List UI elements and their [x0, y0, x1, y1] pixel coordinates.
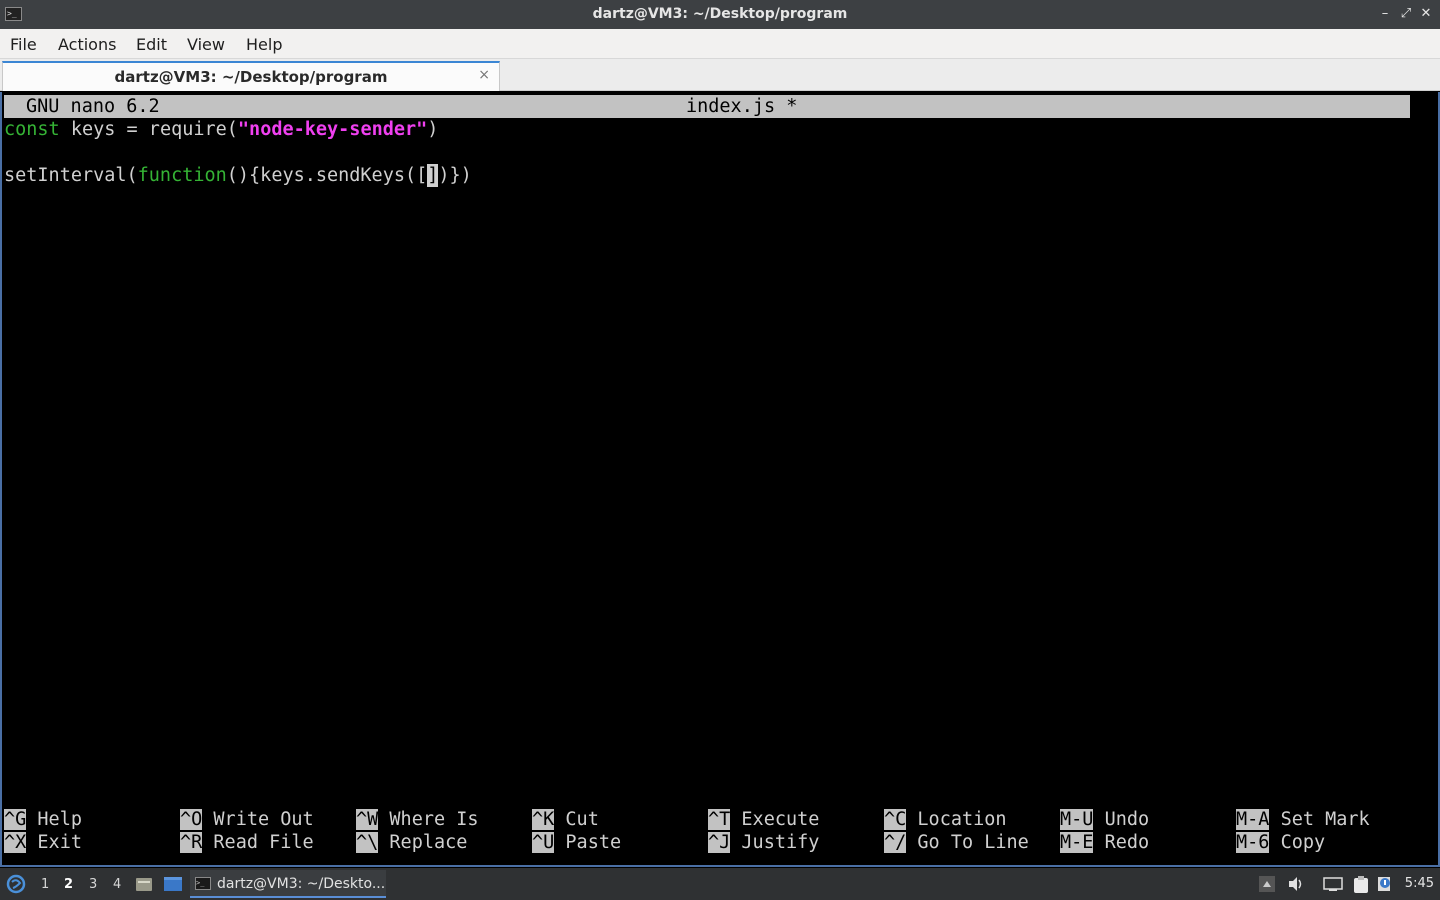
- shortcut-set-mark[interactable]: M-A Set Mark: [1236, 808, 1370, 831]
- shortcut-key: M-A: [1236, 809, 1270, 830]
- tab-label: dartz@VM3: ~/Desktop/program: [114, 68, 388, 86]
- code-string: "node-key-sender": [237, 119, 428, 140]
- shortcut-key: M-6: [1236, 832, 1270, 853]
- shortcut-help[interactable]: ^G Help: [4, 808, 82, 831]
- desktop-4[interactable]: 4: [113, 877, 121, 892]
- code-text: ): [427, 119, 439, 140]
- close-button[interactable]: ✕: [1418, 5, 1434, 23]
- shortcut-label: Replace: [389, 832, 468, 853]
- show-desktop-icon[interactable]: [163, 875, 182, 891]
- window-titlebar: >_ dartz@VM3: ~/Desktop/program – ⤢ ✕: [0, 0, 1440, 29]
- update-notifier-icon[interactable]: [1376, 876, 1394, 892]
- shortcut-location[interactable]: ^C Location: [884, 808, 1007, 831]
- shortcut-key: ^/: [884, 832, 907, 853]
- shortcut-where-is[interactable]: ^W Where Is: [356, 808, 479, 831]
- desktop-3[interactable]: 3: [89, 877, 97, 892]
- shortcut-execute[interactable]: ^T Execute: [708, 808, 819, 831]
- maximize-button[interactable]: ⤢: [1398, 5, 1414, 23]
- shortcut-go-to-line[interactable]: ^/ Go To Line: [884, 831, 1029, 854]
- shortcut-label: Execute: [741, 809, 820, 830]
- code-text: )}): [438, 165, 472, 186]
- nano-header: GNU nano 6.2 index.js *: [4, 95, 1412, 118]
- shortcut-read-file[interactable]: ^R Read File: [180, 831, 314, 854]
- taskbar-terminal-task[interactable]: >_ dartz@VM3: ~/Deskto...: [190, 870, 386, 898]
- shortcut-label: Write Out: [213, 809, 314, 830]
- task-label: dartz@VM3: ~/Deskto...: [217, 876, 386, 892]
- tab-close-icon[interactable]: ×: [478, 67, 490, 83]
- tab-bar: dartz@VM3: ~/Desktop/program ×: [0, 59, 1440, 91]
- shortcut-write-out[interactable]: ^O Write Out: [180, 808, 314, 831]
- menu-help[interactable]: Help: [246, 35, 282, 54]
- window-title: dartz@VM3: ~/Desktop/program: [592, 6, 848, 22]
- shortcut-label: Help: [37, 809, 82, 830]
- shortcut-undo[interactable]: M-U Undo: [1060, 808, 1149, 831]
- shortcut-label: Undo: [1104, 809, 1150, 830]
- shortcut-label: Go To Line: [917, 832, 1029, 853]
- shortcut-key: ^K: [532, 809, 555, 830]
- shortcut-key: ^R: [180, 832, 203, 853]
- text-cursor: ]: [427, 164, 439, 187]
- network-icon[interactable]: [1323, 876, 1343, 892]
- taskbar: 1 2 3 4 >_ dartz@VM3: ~/Deskto... 5:45: [0, 868, 1440, 900]
- shortcut-label: Justify: [741, 832, 820, 853]
- terminal-area[interactable]: GNU nano 6.2 index.js * const keys = req…: [0, 92, 1440, 867]
- menu-actions[interactable]: Actions: [58, 35, 116, 54]
- code-line-3[interactable]: setInterval(function(){keys.sendKeys([])…: [4, 164, 472, 187]
- code-keyword: const: [4, 119, 60, 140]
- menu-bar: File Actions Edit View Help: [0, 29, 1440, 59]
- menu-view[interactable]: View: [187, 35, 225, 54]
- menu-file[interactable]: File: [10, 35, 37, 54]
- terminal-icon: >_: [195, 877, 211, 890]
- shortcut-label: Read File: [213, 832, 314, 853]
- desktop-1[interactable]: 1: [41, 877, 49, 892]
- shortcut-key: ^O: [180, 809, 203, 830]
- tray-arrow-icon[interactable]: [1259, 876, 1277, 892]
- minimize-button[interactable]: –: [1377, 5, 1393, 23]
- shortcut-copy[interactable]: M-6 Copy: [1236, 831, 1325, 854]
- code-text: keys = require(: [59, 119, 238, 140]
- shortcut-key: ^\: [356, 832, 379, 853]
- shortcut-key: ^G: [4, 809, 27, 830]
- nano-filename: index.js *: [686, 96, 798, 117]
- shortcut-key: M-E: [1060, 832, 1094, 853]
- clipboard-icon[interactable]: [1351, 876, 1369, 893]
- shortcut-key: ^X: [4, 832, 27, 853]
- shortcut-label: Redo: [1104, 832, 1150, 853]
- shortcut-label: Exit: [37, 832, 82, 853]
- volume-icon[interactable]: [1287, 876, 1305, 892]
- shortcut-label: Paste: [565, 832, 622, 853]
- code-keyword: function: [137, 165, 227, 186]
- shortcut-label: Where Is: [389, 809, 479, 830]
- shortcut-label: Copy: [1280, 832, 1326, 853]
- terminal-tab[interactable]: dartz@VM3: ~/Desktop/program ×: [2, 61, 500, 91]
- shortcut-label: Location: [917, 809, 1007, 830]
- clock: 5:45: [1404, 876, 1434, 891]
- shortcut-paste[interactable]: ^U Paste: [532, 831, 621, 854]
- shortcut-label: Cut: [565, 809, 599, 830]
- shortcut-key: ^W: [356, 809, 379, 830]
- desktop-2[interactable]: 2: [64, 877, 73, 892]
- file-manager-icon[interactable]: [135, 875, 153, 891]
- shortcut-replace[interactable]: ^\ Replace: [356, 831, 467, 854]
- terminal-scrollbar[interactable]: [1410, 95, 1436, 865]
- start-menu-icon[interactable]: [6, 874, 26, 894]
- shortcut-cut[interactable]: ^K Cut: [532, 808, 599, 831]
- shortcut-key: ^T: [708, 809, 731, 830]
- shortcut-key: ^J: [708, 832, 731, 853]
- code-line-1[interactable]: const keys = require("node-key-sender"): [4, 118, 438, 141]
- shortcut-redo[interactable]: M-E Redo: [1060, 831, 1149, 854]
- code-text: (){keys.sendKeys([: [226, 165, 428, 186]
- nano-version: GNU nano 6.2: [26, 96, 160, 117]
- shortcut-label: Set Mark: [1280, 809, 1370, 830]
- menu-edit[interactable]: Edit: [136, 35, 167, 54]
- shortcut-key: ^C: [884, 809, 907, 830]
- shortcut-justify[interactable]: ^J Justify: [708, 831, 819, 854]
- shortcut-key: M-U: [1060, 809, 1094, 830]
- code-text: setInterval(: [4, 165, 138, 186]
- shortcut-exit[interactable]: ^X Exit: [4, 831, 82, 854]
- shortcut-key: ^U: [532, 832, 555, 853]
